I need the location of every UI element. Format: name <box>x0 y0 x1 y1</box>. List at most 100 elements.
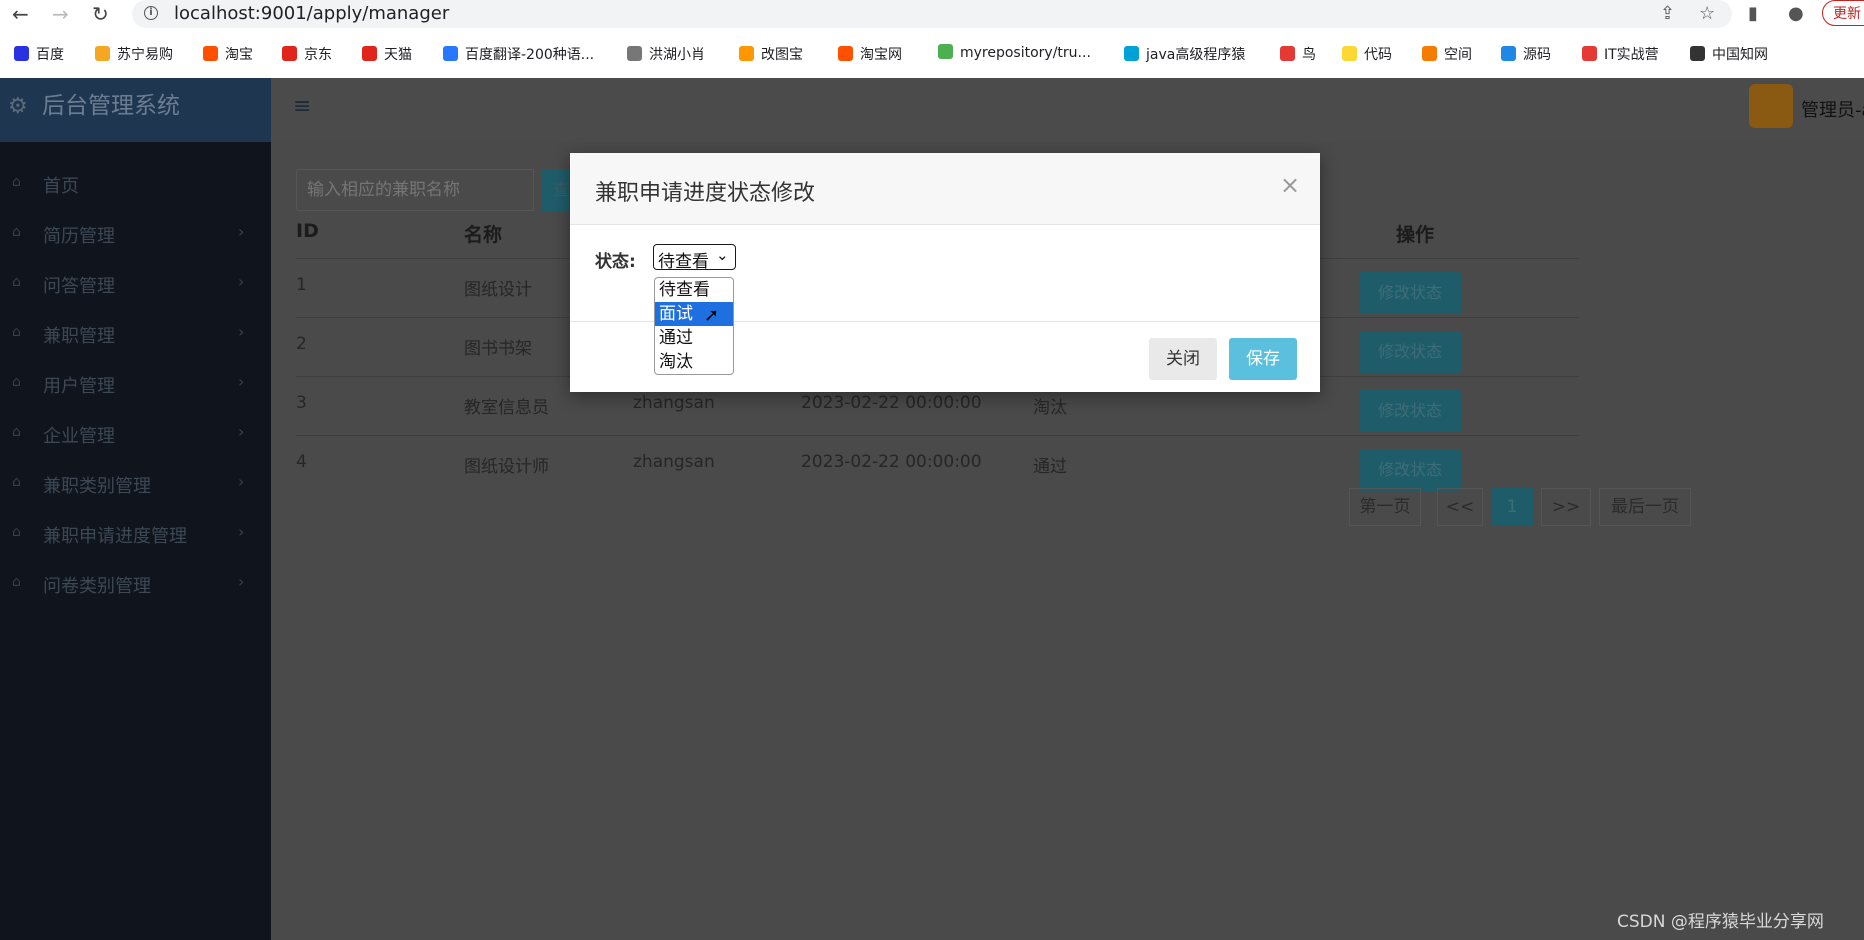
bookmark-item[interactable]: 京东 <box>282 44 332 64</box>
bookmark-label: 京东 <box>304 47 332 63</box>
bookmark-item[interactable]: 淘宝网 <box>838 44 902 64</box>
home-icon: ⌂ <box>12 424 21 440</box>
bookmark-item[interactable]: 代码 <box>1342 44 1392 64</box>
bookmark-favicon-icon <box>1690 46 1705 61</box>
pager-last[interactable]: 最后一页 <box>1599 488 1691 526</box>
bookmark-item[interactable]: 百度 <box>14 44 64 64</box>
change-status-button[interactable]: 修改状态 <box>1359 272 1461 314</box>
bookmark-label: 苏宁易购 <box>117 47 173 63</box>
pager-next[interactable]: >> <box>1541 488 1591 526</box>
sidebar-item[interactable]: ⌂ 兼职申请进度管理 › <box>0 514 271 554</box>
sidebar-item-label: 首页 <box>43 176 79 197</box>
bookmark-label: 百度 <box>36 47 64 63</box>
sidebar-item-label: 兼职申请进度管理 <box>43 526 187 547</box>
search-input[interactable] <box>296 169 534 211</box>
bookmark-label: 淘宝 <box>225 47 253 63</box>
bookmark-item[interactable]: 鸟 <box>1280 44 1316 64</box>
bookmark-label: 淘宝网 <box>860 47 902 63</box>
status-label: 状态: <box>595 252 636 272</box>
table-cell-name: 图纸设计师 <box>464 457 549 477</box>
bookmark-label: 源码 <box>1523 47 1551 63</box>
reload-icon[interactable]: ↻ <box>92 2 109 26</box>
bookmark-item[interactable]: 百度翻译-200种语... <box>443 44 594 64</box>
chevron-right-icon: › <box>238 572 245 591</box>
menu-toggle-icon[interactable]: ≡ <box>293 94 311 119</box>
bookmark-item[interactable]: 空间 <box>1422 44 1472 64</box>
profile-icon[interactable]: ● <box>1788 3 1804 24</box>
close-icon[interactable]: × <box>1280 171 1300 199</box>
pager-first[interactable]: 第一页 <box>1349 488 1421 526</box>
bookmark-item[interactable]: 天猫 <box>362 44 412 64</box>
sidebar-item-label: 问答管理 <box>43 276 115 297</box>
bookmark-favicon-icon <box>739 46 754 61</box>
sidebar-item[interactable]: ⌂ 问卷类别管理 › <box>0 564 271 604</box>
status-select[interactable]: 待查看 ⌄ <box>653 244 736 272</box>
change-status-button[interactable]: 修改状态 <box>1359 390 1461 432</box>
bookmark-item[interactable]: IT实战营 <box>1582 44 1659 64</box>
bookmarks-bar: 百度 苏宁易购 淘宝 京东 天猫 百度翻译-200种语... 洪湖小肖 改图宝 淘宝网 myrep… <box>0 28 1864 79</box>
home-icon: ⌂ <box>12 274 21 290</box>
chevron-right-icon: › <box>238 272 245 291</box>
table-cell-status: 淘汰 <box>1033 398 1067 418</box>
bookmark-favicon-icon <box>362 46 377 61</box>
status-option[interactable]: 面试 <box>655 302 733 326</box>
sidebar-item[interactable]: ⌂ 问答管理 › <box>0 264 271 304</box>
bookmark-item[interactable]: java高级程序猿 <box>1124 44 1245 64</box>
bookmark-label: 鸟 <box>1302 47 1316 63</box>
bookmark-favicon-icon <box>938 44 953 59</box>
change-status-button[interactable]: 修改状态 <box>1359 449 1461 491</box>
side-panel-icon[interactable]: ▮ <box>1748 3 1758 24</box>
home-icon: ⌂ <box>12 324 21 340</box>
chevron-down-icon: ⌄ <box>716 246 729 264</box>
back-icon[interactable]: ← <box>12 2 29 26</box>
bookmark-label: IT实战营 <box>1604 47 1659 63</box>
pager-prev[interactable]: << <box>1437 488 1483 526</box>
table-cell-id: 1 <box>296 275 307 295</box>
modal-header: 兼职申请进度状态修改 × <box>570 153 1320 225</box>
status-option[interactable]: 通过 <box>655 326 733 350</box>
forward-icon[interactable]: → <box>52 2 69 26</box>
sidebar-item[interactable]: ⌂ 企业管理 › <box>0 414 271 454</box>
bookmark-favicon-icon <box>1280 46 1295 61</box>
table-cell-user: zhangsan <box>633 393 715 413</box>
save-button[interactable]: 保存 <box>1229 338 1297 380</box>
bookmark-star-icon[interactable]: ☆ <box>1699 3 1715 24</box>
sidebar-item[interactable]: ⌂ 简历管理 › <box>0 214 271 254</box>
site-info-icon[interactable]: i <box>144 6 158 20</box>
bookmark-item[interactable]: 改图宝 <box>739 44 803 64</box>
sidebar-item[interactable]: ⌂ 首页 <box>0 164 271 204</box>
bookmark-item[interactable]: myrepository/tru... <box>938 44 1091 61</box>
sidebar-item[interactable]: ⌂ 兼职管理 › <box>0 314 271 354</box>
home-icon: ⌂ <box>12 524 21 540</box>
bookmark-label: 空间 <box>1444 47 1472 63</box>
sidebar-item[interactable]: ⌂ 用户管理 › <box>0 364 271 404</box>
bookmark-item[interactable]: 淘宝 <box>203 44 253 64</box>
address-bar[interactable]: i localhost:9001/apply/manager <box>132 0 1732 28</box>
sidebar-item-label: 简历管理 <box>43 226 115 247</box>
bookmark-favicon-icon <box>1422 46 1437 61</box>
admin-name[interactable]: 管理员-a <box>1801 96 1864 122</box>
url-text[interactable]: localhost:9001/apply/manager <box>174 3 449 24</box>
bookmark-item[interactable]: 苏宁易购 <box>95 44 173 64</box>
status-option[interactable]: 淘汰 <box>655 350 733 374</box>
table-row-divider <box>296 435 1579 436</box>
status-option[interactable]: 待查看 <box>655 278 733 302</box>
home-icon: ⌂ <box>12 474 21 490</box>
sidebar-item-label: 企业管理 <box>43 426 115 447</box>
change-status-button[interactable]: 修改状态 <box>1359 331 1461 373</box>
share-icon[interactable]: ⇪ <box>1660 3 1675 24</box>
column-header-actions: 操作 <box>1396 224 1435 246</box>
bookmark-item[interactable]: 洪湖小肖 <box>627 44 705 64</box>
bookmark-item[interactable]: 源码 <box>1501 44 1551 64</box>
sidebar-item[interactable]: ⌂ 兼职类别管理 › <box>0 464 271 504</box>
close-button[interactable]: 关闭 <box>1149 338 1217 380</box>
column-header-name: 名称 <box>464 224 503 246</box>
pager-current[interactable]: 1 <box>1491 488 1533 526</box>
bookmark-item[interactable]: 中国知网 <box>1690 44 1768 64</box>
update-button[interactable]: 更新 <box>1822 0 1864 26</box>
bookmark-favicon-icon <box>1342 46 1357 61</box>
avatar[interactable] <box>1749 84 1793 128</box>
table-cell-id: 3 <box>296 393 307 413</box>
bookmark-label: 天猫 <box>384 47 412 63</box>
table-cell-name: 图纸设计 <box>464 280 532 300</box>
